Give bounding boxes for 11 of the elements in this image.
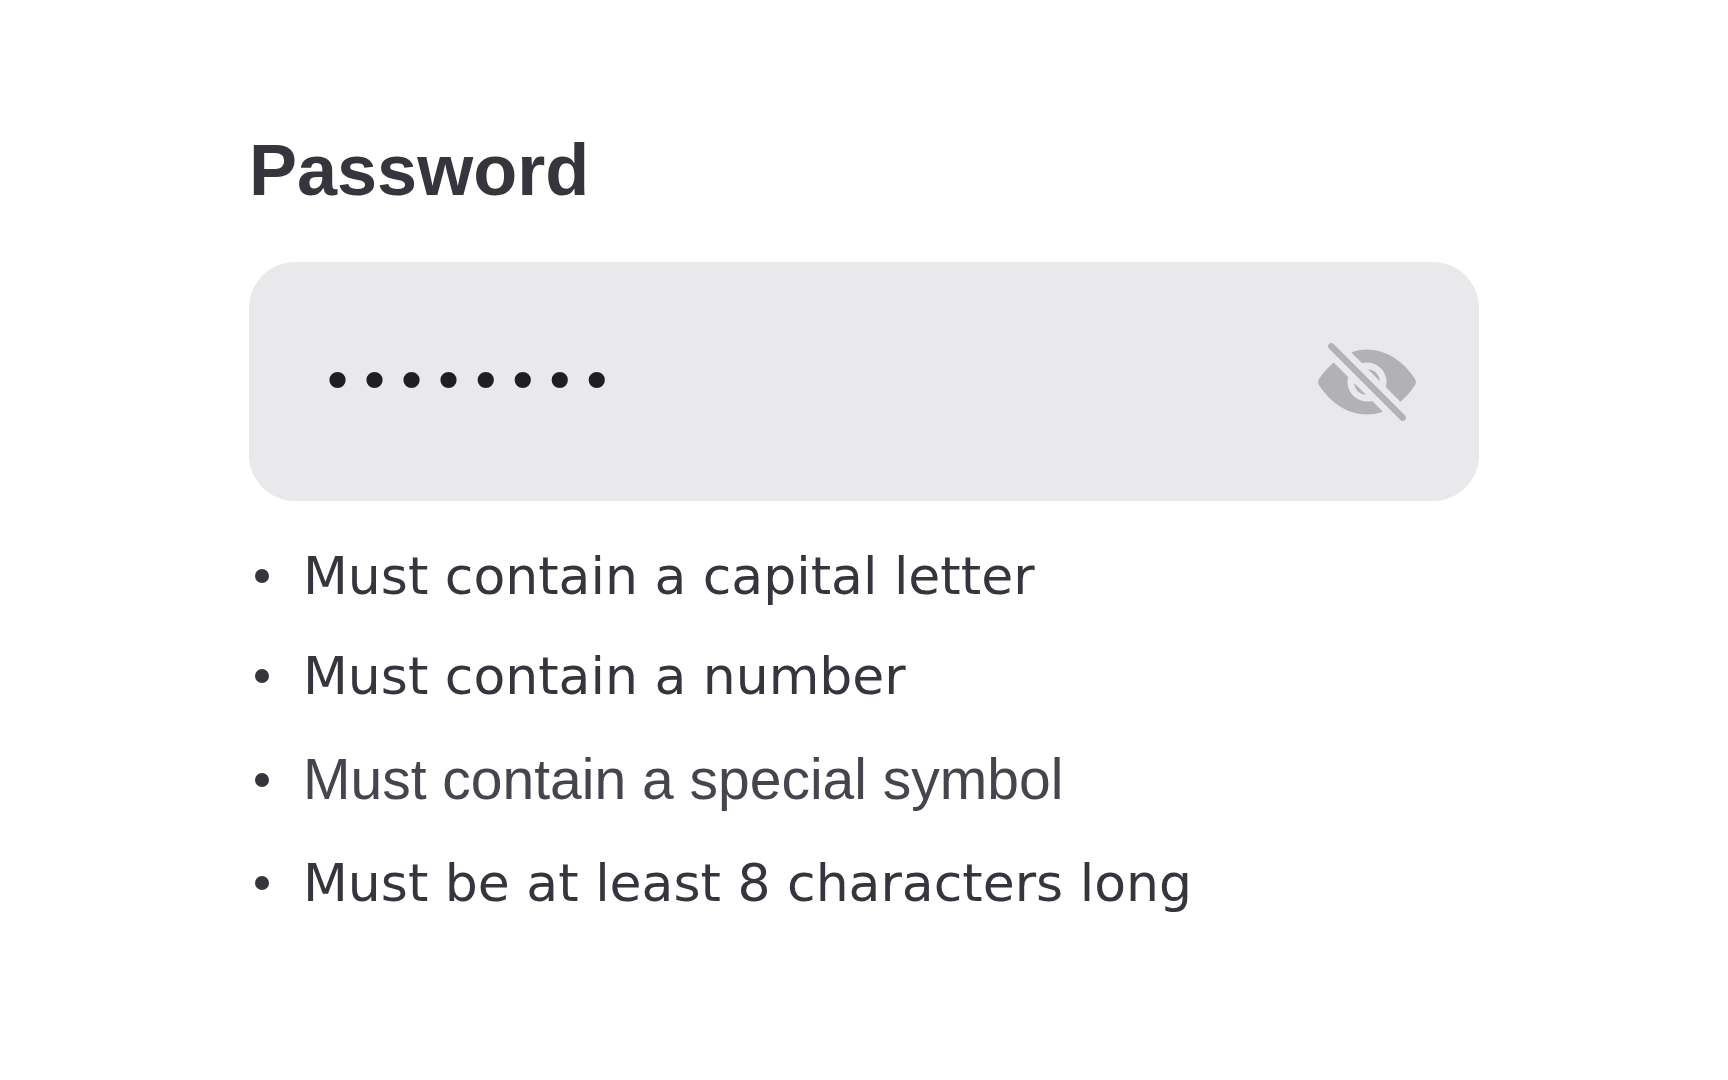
field-label: Password	[249, 134, 590, 206]
bullet-icon	[255, 669, 269, 684]
password-value: ••••••••	[321, 353, 618, 410]
requirement-text: Must contain a capital letter	[303, 545, 1035, 608]
bullet-icon	[255, 876, 269, 891]
bullet-icon	[255, 569, 269, 584]
requirement-text: Must contain a special symbol	[303, 746, 1064, 814]
password-field[interactable]: ••••••••	[249, 262, 1479, 501]
bullet-icon	[255, 772, 269, 787]
requirement-text: Must be at least 8 characters long	[303, 852, 1192, 916]
requirement-text: Must contain a number	[303, 645, 906, 709]
